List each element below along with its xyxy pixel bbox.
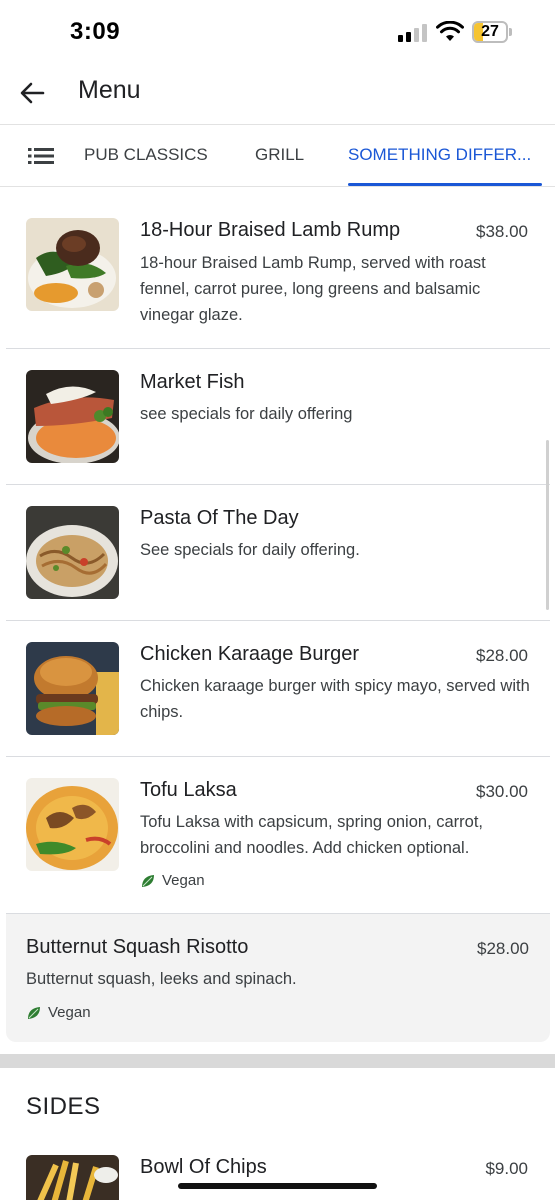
item-description: Butternut squash, leeks and spinach.	[26, 970, 297, 988]
status-time: 3:09	[70, 18, 121, 45]
menu-item-tofu-laksa[interactable]: Tofu Laksa $30.00 Tofu Laksa with capsic…	[0, 757, 555, 913]
menu-item-bowl-of-chips[interactable]: Bowl Of Chips $9.00	[0, 1140, 555, 1200]
item-price: $9.00	[485, 1159, 528, 1178]
item-description: see specials for daily offering	[140, 405, 353, 423]
category-list-icon[interactable]	[28, 147, 54, 165]
section-separator	[0, 1054, 555, 1068]
bowl-of-chips-photo	[26, 1155, 119, 1200]
item-price: $28.00	[477, 939, 529, 958]
item-name: Tofu Laksa	[140, 779, 237, 801]
back-arrow-icon[interactable]	[18, 79, 46, 107]
section-title-sides: SIDES	[26, 1093, 101, 1120]
vegan-tag: Vegan	[26, 1004, 91, 1021]
tofu-laksa-photo	[26, 778, 119, 871]
status-bar: 3:09 27	[0, 0, 555, 62]
lamb-rump-photo	[26, 218, 119, 311]
page-title: Menu	[78, 76, 141, 104]
home-indicator[interactable]	[178, 1183, 377, 1189]
menu-item-pasta-of-the-day[interactable]: Pasta Of The Day See specials for daily …	[0, 485, 555, 620]
tab-grill[interactable]: GRILL	[255, 145, 304, 165]
active-tab-indicator	[348, 183, 542, 186]
vegan-tag: Vegan	[140, 872, 205, 889]
cellular-signal-icon	[398, 24, 428, 42]
pasta-photo	[26, 506, 119, 599]
item-name: Chicken Karaage Burger	[140, 643, 360, 665]
item-description: Tofu Laksa with capsicum, spring onion, …	[140, 813, 483, 857]
item-name: Pasta Of The Day	[140, 507, 299, 529]
item-description: 18-hour Braised Lamb Rump, served with r…	[140, 254, 486, 324]
tab-something-different[interactable]: SOMETHING DIFFER...	[348, 145, 531, 165]
app-bar: Menu	[0, 62, 555, 124]
item-price: $28.00	[476, 646, 528, 665]
item-description: Chicken karaage burger with spicy mayo, …	[140, 677, 530, 721]
category-tabs: PUB CLASSICS GRILL SOMETHING DIFFER...	[0, 124, 555, 187]
wifi-icon	[436, 21, 464, 41]
leaf-icon	[28, 1006, 40, 1019]
item-name: Bowl Of Chips	[140, 1156, 267, 1178]
item-name: 18-Hour Braised Lamb Rump	[140, 219, 401, 241]
item-description: See specials for daily offering.	[140, 541, 360, 559]
menu-item-market-fish[interactable]: Market Fish see specials for daily offer…	[0, 349, 555, 484]
item-price: $30.00	[476, 782, 528, 801]
battery-level: 27	[481, 23, 499, 40]
item-name: Butternut Squash Risotto	[26, 936, 249, 958]
menu-item-lamb-rump[interactable]: 18-Hour Braised Lamb Rump $38.00 18-hour…	[0, 188, 555, 348]
item-name: Market Fish	[140, 371, 245, 393]
tag-label: Vegan	[162, 872, 205, 889]
leaf-icon	[142, 874, 154, 887]
market-fish-photo	[26, 370, 119, 463]
chicken-burger-photo	[26, 642, 119, 735]
battery-icon: 27	[472, 21, 512, 43]
tab-pub-classics[interactable]: PUB CLASSICS	[84, 145, 208, 165]
scrollbar[interactable]	[546, 440, 549, 610]
menu-item-chicken-karaage-burger[interactable]: Chicken Karaage Burger $28.00 Chicken ka…	[0, 621, 555, 756]
item-price: $38.00	[476, 222, 528, 241]
menu-item-butternut-squash-risotto[interactable]: Butternut Squash Risotto $28.00 Butternu…	[6, 914, 550, 1042]
tag-label: Vegan	[48, 1004, 91, 1021]
